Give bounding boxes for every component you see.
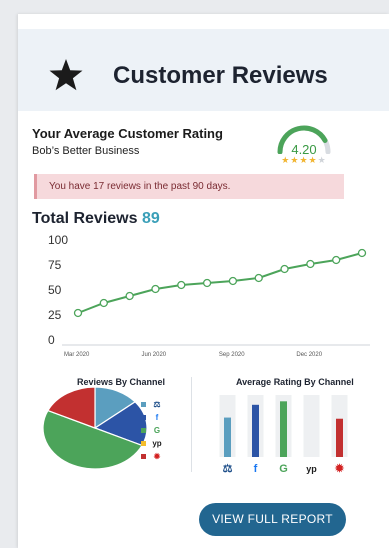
total-reviews-count: 89 — [141, 210, 160, 227]
x-tick-label: Dec 2020 — [296, 352, 322, 358]
legend-item: ✹ — [141, 450, 163, 463]
rating-stars: ★★★★★ — [278, 155, 330, 166]
yellowpages-icon: yp — [152, 438, 162, 448]
average-rating-label: Your Average Customer Rating — [32, 126, 223, 141]
data-point — [254, 273, 263, 283]
avg-rating-bar-chart: ⚖ f Gyp ✹ — [219, 395, 348, 475]
x-tick-label: Mar 2020 — [64, 352, 90, 358]
bbb-icon: ⚖ — [153, 399, 161, 409]
channel-legend: ⚖ f Gyp ✹ — [141, 398, 163, 463]
legend-item: yp — [141, 437, 163, 450]
rating-bar — [224, 417, 231, 457]
card-header: Customer Reviews — [18, 29, 389, 111]
y-tick-label: 100 — [48, 233, 68, 247]
data-point — [125, 291, 134, 301]
google-icon: G — [279, 463, 288, 475]
total-reviews-heading: Total Reviews 89 — [32, 210, 160, 228]
star-icon — [49, 59, 83, 91]
y-tick-label: 50 — [48, 283, 62, 297]
legend-item: G — [141, 424, 163, 437]
view-full-report-button[interactable]: VIEW FULL REPORT — [199, 503, 346, 536]
data-point — [151, 284, 160, 294]
data-point — [99, 298, 108, 308]
alert-text: You have 17 reviews in the past 90 days. — [49, 181, 231, 192]
data-point — [73, 308, 83, 318]
reviews-series-line — [77, 252, 363, 314]
yelp-icon: ✹ — [334, 463, 345, 475]
data-point — [357, 248, 367, 258]
y-tick-label: 75 — [48, 258, 62, 272]
star-empty-icon: ★ — [317, 155, 327, 165]
rating-bar — [336, 418, 343, 457]
data-point — [332, 255, 341, 265]
card-title: Customer Reviews — [113, 62, 328, 89]
star-filled-icon: ★ — [299, 155, 309, 165]
legend-item: f — [141, 411, 163, 424]
facebook-icon: f — [254, 463, 258, 475]
bbb-icon: ⚖ — [223, 463, 233, 475]
data-point — [228, 276, 238, 286]
legend-swatch — [141, 415, 146, 420]
reviews-by-channel-pie — [42, 386, 148, 470]
total-reviews-label: Total Reviews — [32, 210, 138, 227]
legend-item: ⚖ — [141, 398, 163, 411]
legend-swatch — [141, 428, 146, 433]
x-tick-label: Jun 2020 — [141, 352, 166, 358]
business-name: Bob’s Better Business — [32, 145, 140, 157]
legend-swatch — [141, 454, 146, 459]
chart-divider — [191, 377, 192, 472]
yelp-icon: ✹ — [153, 451, 161, 461]
bar-track — [303, 395, 320, 457]
recent-reviews-alert: You have 17 reviews in the past 90 days. — [34, 174, 344, 199]
y-tick-label: 0 — [48, 333, 55, 347]
data-point — [280, 264, 289, 274]
star-filled-icon: ★ — [308, 155, 318, 165]
data-point — [202, 278, 212, 288]
data-point — [177, 280, 186, 290]
legend-swatch — [141, 402, 146, 407]
avg-rating-by-channel-title: Average Rating By Channel — [236, 377, 354, 387]
facebook-icon: f — [155, 412, 159, 422]
yellowpages-icon: yp — [306, 464, 317, 474]
data-point — [306, 259, 315, 269]
star-filled-icon: ★ — [281, 155, 291, 165]
legend-swatch — [141, 441, 146, 446]
y-tick-label: 25 — [48, 308, 62, 322]
rating-bar — [280, 401, 287, 457]
total-reviews-line-chart: 100 75 50 25 0 Mar 2020 Jun 2020 Sep 2020 Dec 20… — [48, 233, 370, 358]
google-icon: G — [153, 425, 161, 435]
x-tick-label: Sep 2020 — [219, 352, 245, 358]
rating-bar — [252, 404, 259, 457]
